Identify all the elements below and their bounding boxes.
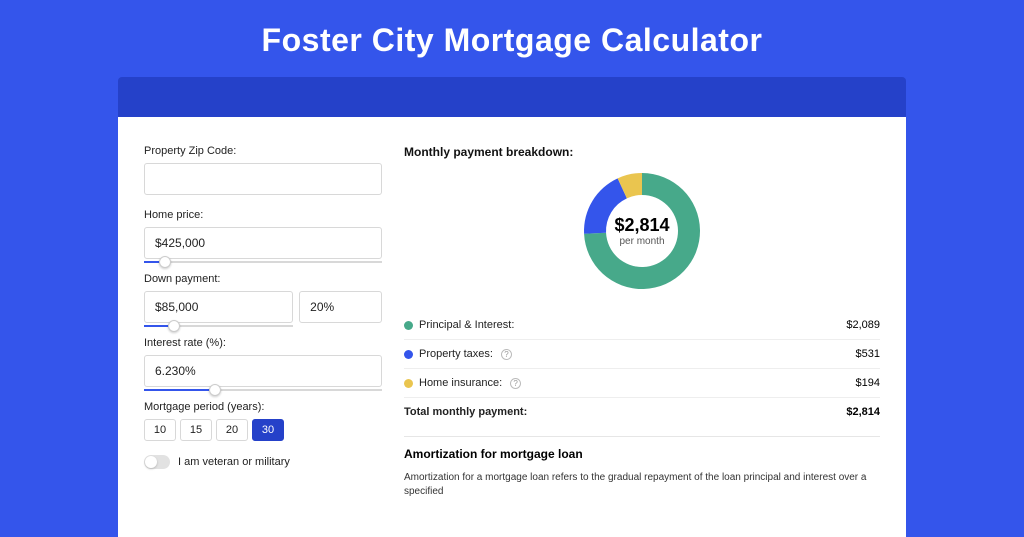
price-input[interactable] bbox=[144, 227, 382, 259]
rate-slider-thumb[interactable] bbox=[209, 384, 221, 396]
legend-row: Home insurance:? $194 bbox=[404, 369, 880, 398]
legend-dot bbox=[404, 321, 413, 330]
legend-label: Principal & Interest: bbox=[419, 319, 514, 331]
breakdown-column: Monthly payment breakdown: $2,814 per mo… bbox=[404, 145, 880, 499]
period-button-15[interactable]: 15 bbox=[180, 419, 212, 441]
down-slider-thumb[interactable] bbox=[168, 320, 180, 332]
breakdown-title: Monthly payment breakdown: bbox=[404, 145, 880, 159]
down-slider[interactable] bbox=[144, 325, 293, 327]
price-slider[interactable] bbox=[144, 261, 382, 263]
legend-value: $194 bbox=[856, 377, 880, 389]
rate-label: Interest rate (%): bbox=[144, 337, 382, 349]
price-label: Home price: bbox=[144, 209, 382, 221]
rate-slider[interactable] bbox=[144, 389, 382, 391]
rate-input[interactable] bbox=[144, 355, 382, 387]
inputs-column: Property Zip Code: Home price: Down paym… bbox=[144, 145, 382, 499]
down-label: Down payment: bbox=[144, 273, 382, 285]
veteran-toggle[interactable] bbox=[144, 455, 170, 469]
amort-text: Amortization for a mortgage loan refers … bbox=[404, 471, 880, 499]
help-icon[interactable]: ? bbox=[510, 378, 521, 389]
donut-chart: $2,814 per month bbox=[580, 169, 704, 293]
legend-row: Property taxes:? $531 bbox=[404, 340, 880, 369]
divider bbox=[404, 436, 880, 437]
veteran-label: I am veteran or military bbox=[178, 456, 290, 468]
page-title: Foster City Mortgage Calculator bbox=[0, 22, 1024, 59]
legend-dot bbox=[404, 379, 413, 388]
period-button-10[interactable]: 10 bbox=[144, 419, 176, 441]
period-button-30[interactable]: 30 bbox=[252, 419, 284, 441]
period-label: Mortgage period (years): bbox=[144, 401, 382, 413]
legend-value: $531 bbox=[856, 348, 880, 360]
calculator-panel: Property Zip Code: Home price: Down paym… bbox=[118, 117, 906, 537]
amort-title: Amortization for mortgage loan bbox=[404, 447, 880, 461]
period-buttons: 10152030 bbox=[144, 419, 382, 441]
legend-row: Principal & Interest: $2,089 bbox=[404, 311, 880, 340]
down-amount-input[interactable] bbox=[144, 291, 293, 323]
legend-value: $2,089 bbox=[846, 319, 880, 331]
price-slider-thumb[interactable] bbox=[159, 256, 171, 268]
period-button-20[interactable]: 20 bbox=[216, 419, 248, 441]
total-label: Total monthly payment: bbox=[404, 406, 527, 418]
banner-stripe bbox=[118, 77, 906, 117]
down-percent-input[interactable] bbox=[299, 291, 382, 323]
legend-dot bbox=[404, 350, 413, 359]
donut-sub: per month bbox=[614, 236, 669, 247]
legend-label: Home insurance: bbox=[419, 377, 502, 389]
legend-label: Property taxes: bbox=[419, 348, 493, 360]
help-icon[interactable]: ? bbox=[501, 349, 512, 360]
zip-input[interactable] bbox=[144, 163, 382, 195]
total-value: $2,814 bbox=[846, 406, 880, 418]
donut-amount: $2,814 bbox=[614, 215, 669, 236]
zip-label: Property Zip Code: bbox=[144, 145, 382, 157]
